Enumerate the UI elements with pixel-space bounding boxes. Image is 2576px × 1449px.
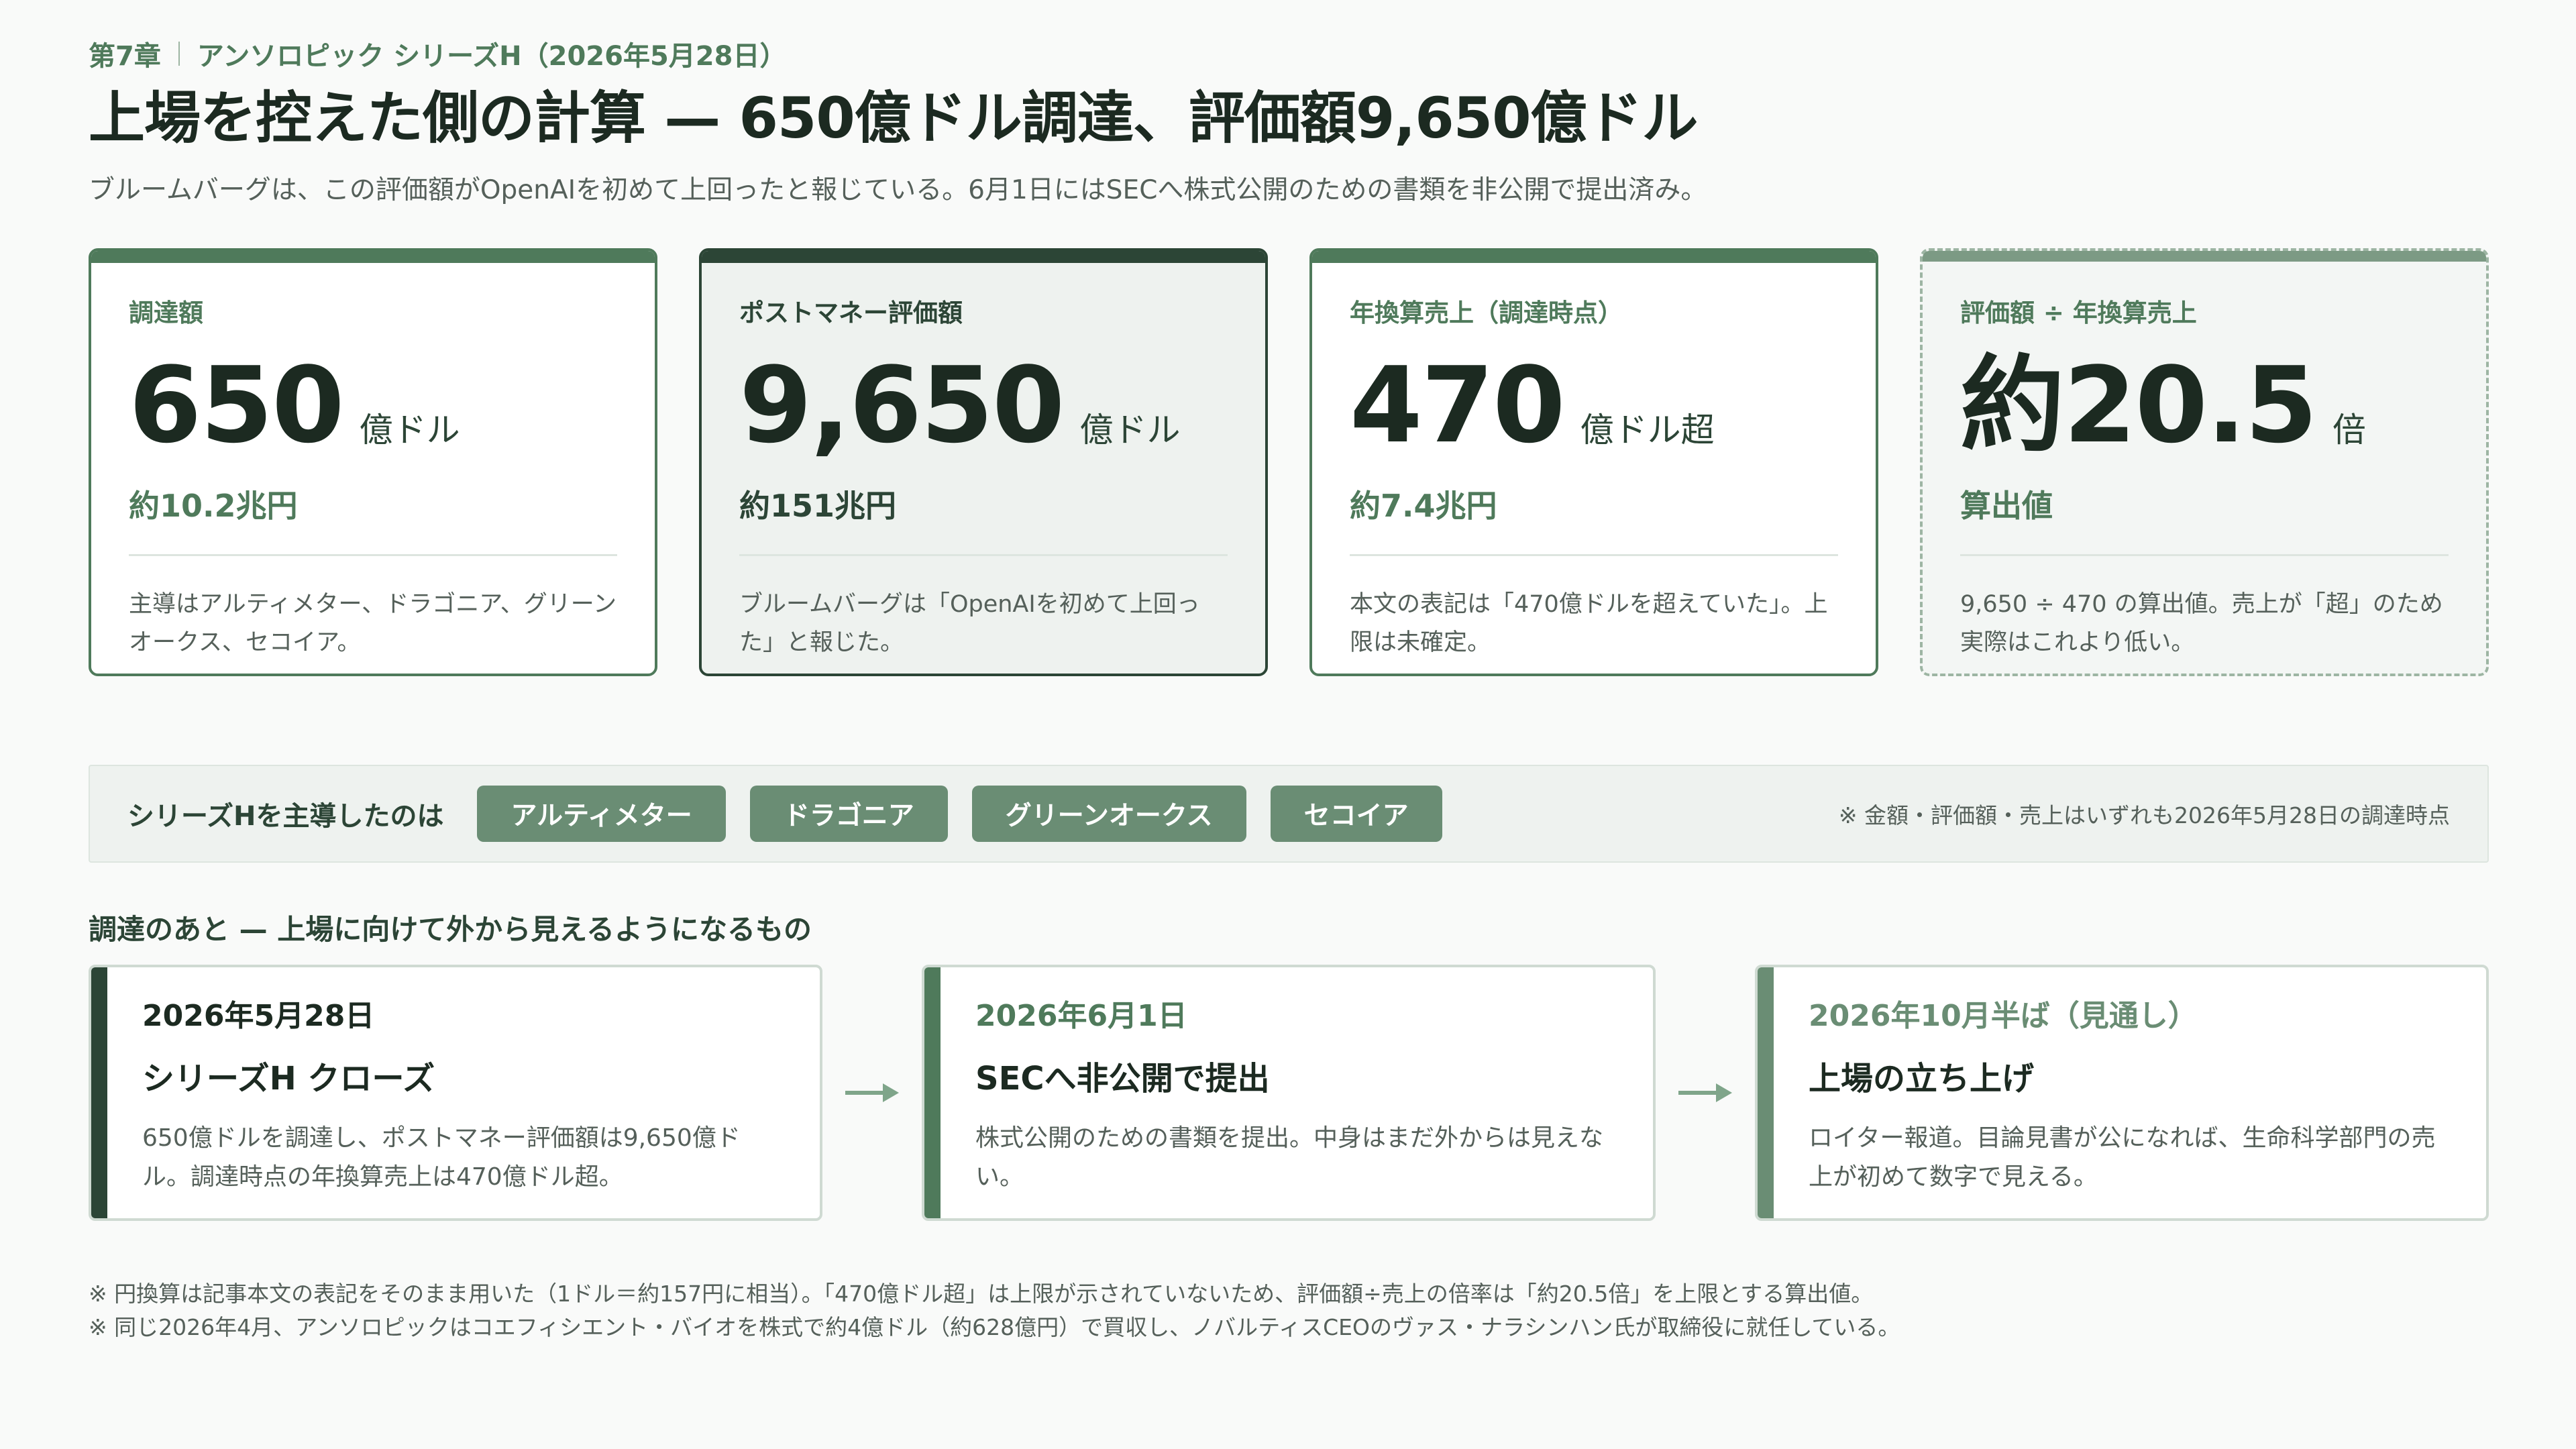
card-divider [739, 554, 1228, 556]
event-accent-bar [1758, 967, 1774, 1218]
card-note: 主導はアルティメター、ドラゴニア、グリーンオークス、セコイア。 [129, 591, 616, 656]
timeline-event: 2026年5月28日 シリーズH クローズ 650億ドルを調達し、ポストマネー評… [89, 965, 822, 1221]
investor-chip: アルティメター [477, 786, 726, 842]
card-post-money-valuation: ポストマネー評価額 9,650 億ドル 約151兆円 ブルームバーグは「Open… [699, 248, 1268, 676]
card-divider [1350, 554, 1838, 556]
eyebrow-divider [178, 42, 180, 66]
arrow-right-icon [1656, 1073, 1755, 1113]
event-description: ロイター報道。目論見書が公になれば、生命科学部門の売上が初めて数字で見える。 [1809, 1124, 2436, 1191]
event-title: 上場の立ち上げ [1809, 1060, 2035, 1097]
eyebrow: 第7章 アンソロピック シリーズH（2026年5月28日） [89, 35, 2489, 72]
card-sub: 算出値 [1960, 488, 2053, 524]
event-date: 2026年10月半ば（見通し） [1809, 999, 2198, 1033]
card-note: 9,650 ÷ 470 の算出値。売上が「超」のため実際はこれより低い。 [1960, 591, 2443, 656]
card-sub: 約10.2兆円 [129, 488, 298, 524]
timeline: 2026年5月28日 シリーズH クローズ 650億ドルを調達し、ポストマネー評… [89, 965, 2489, 1221]
card-annualized-revenue: 年換算売上（調達時点） 470 億ドル超 約7.4兆円 本文の表記は「470億ド… [1309, 248, 1878, 676]
event-accent-bar [91, 967, 107, 1218]
event-accent-bar [924, 967, 941, 1218]
card-value: 9,650 [739, 344, 1065, 466]
footnote: ※ 同じ2026年4月、アンソロピックはコエフィシエント・バイオを株式で約4億ド… [89, 1314, 1900, 1341]
card-unit: 億ドル [359, 411, 460, 449]
card-divider [129, 554, 617, 556]
card-raised-amount: 調達額 650 億ドル 約10.2兆円 主導はアルティメター、ドラゴニア、グリー… [89, 248, 657, 676]
card-unit: 倍 [2332, 411, 2366, 449]
footnote: ※ 円換算は記事本文の表記をそのまま用いた（1ドル＝約157円に相当）。「470… [89, 1281, 1874, 1307]
event-title: SECへ非公開で提出 [975, 1060, 1270, 1097]
card-label: 評価額 ÷ 年換算売上 [1960, 299, 2197, 327]
card-value: 470 [1350, 344, 1566, 466]
metric-cards: 調達額 650 億ドル 約10.2兆円 主導はアルティメター、ドラゴニア、グリー… [89, 248, 2489, 676]
investor-chip: セコイア [1270, 786, 1442, 842]
lead-investors-label: シリーズHを主導したのは [127, 801, 444, 832]
chapter-label: 第7章 [89, 41, 161, 72]
card-divider [1960, 554, 2449, 556]
card-note: ブルームバーグは「OpenAIを初めて上回った」と報じた。 [739, 591, 1200, 656]
card-valuation-multiple: 評価額 ÷ 年換算売上 約20.5 倍 算出値 9,650 ÷ 470 の算出値… [1920, 248, 2489, 676]
investor-chip: グリーンオークス [971, 786, 1246, 842]
section-label: アンソロピック シリーズH（2026年5月28日） [197, 41, 787, 72]
footnotes: ※ 円換算は記事本文の表記をそのまま用いた（1ドル＝約157円に相当）。「470… [89, 1277, 1900, 1344]
card-label: 調達額 [129, 299, 203, 327]
event-description: 株式公開のための書類を提出。中身はまだ外からは見えない。 [975, 1124, 1604, 1191]
card-unit: 億ドル超 [1580, 411, 1715, 449]
event-title: シリーズH クローズ [142, 1060, 435, 1097]
timeline-event: 2026年6月1日 SECへ非公開で提出 株式公開のための書類を提出。中身はまだ… [922, 965, 1656, 1221]
card-value: 約20.5 [1960, 344, 2318, 466]
card-sub: 約151兆円 [739, 488, 897, 524]
card-label: 年換算売上（調達時点） [1350, 299, 1623, 327]
page-title: 上場を控えた側の計算 — 650億ドル調達、評価額9,650億ドル [89, 85, 1699, 151]
as-of-note: ※ 金額・評価額・売上はいずれも2026年5月28日の調達時点 [1838, 802, 2450, 828]
event-date: 2026年5月28日 [142, 999, 375, 1033]
timeline-heading: 調達のあと — 上場に向けて外から見えるようになるもの [89, 913, 812, 946]
timeline-event: 2026年10月半ば（見通し） 上場の立ち上げ ロイター報道。目論見書が公になれ… [1755, 965, 2489, 1221]
card-value: 650 [129, 344, 345, 466]
card-label: ポストマネー評価額 [739, 299, 963, 327]
lede-text: ブルームバーグは、この評価額がOpenAIを初めて上回ったと報じている。6月1日… [89, 175, 1707, 206]
event-description: 650億ドルを調達し、ポストマネー評価額は9,650億ドル。調達時点の年換算売上… [142, 1124, 741, 1191]
card-unit: 億ドル [1079, 411, 1181, 449]
arrow-right-icon [822, 1073, 922, 1113]
card-sub: 約7.4兆円 [1350, 488, 1497, 524]
investor-chip: ドラゴニア [749, 786, 948, 842]
card-note: 本文の表記は「470億ドルを超えていた」。上限は未確定。 [1350, 591, 1828, 656]
lead-investors-bar: シリーズHを主導したのは アルティメター ドラゴニア グリーンオークス セコイア… [89, 765, 2489, 863]
event-date: 2026年6月1日 [975, 999, 1187, 1033]
slide: 第7章 アンソロピック シリーズH（2026年5月28日） 上場を控えた側の計算… [89, 35, 2489, 1340]
